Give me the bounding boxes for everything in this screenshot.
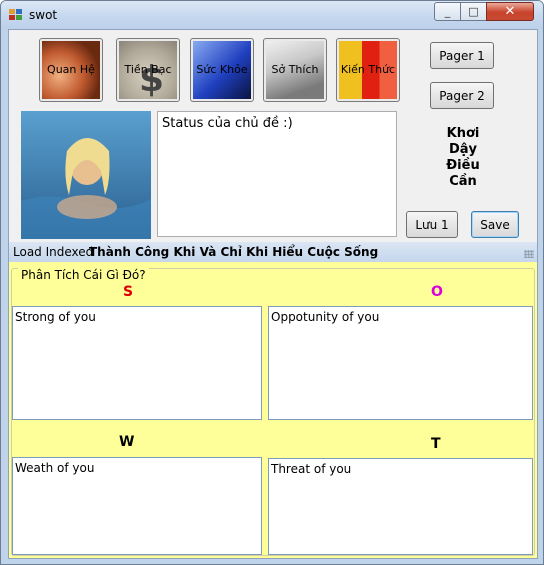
weakness-textbox[interactable]: Weath of you xyxy=(12,457,262,555)
opportunity-textbox[interactable]: Oppotunity of you xyxy=(268,306,533,420)
status-textbox[interactable]: Status của chủ đề :) xyxy=(157,111,397,237)
client-area: Quan Hệ $ Tiền Bạc Sức Khỏe Sở Thích Kiế… xyxy=(8,29,538,559)
motto-text: Khơi Dậy Điều Cần xyxy=(433,126,493,190)
luu1-button[interactable]: Lưu 1 xyxy=(406,211,458,238)
w-label: W xyxy=(119,434,135,450)
motto-line: Dậy xyxy=(448,142,478,157)
topic-photo xyxy=(21,111,151,239)
app-icon xyxy=(9,9,23,21)
motto-line: Điều xyxy=(446,158,480,173)
category-button-kien-thuc[interactable]: Kiến Thức xyxy=(336,38,400,102)
close-button[interactable]: ✕ xyxy=(486,2,534,21)
o-label: O xyxy=(431,284,443,300)
maximize-button[interactable]: □ xyxy=(460,2,487,21)
load-value: Thành Công Khi Và Chỉ Khi Hiểu Cuộc Sống xyxy=(89,245,379,259)
motto-line: Cần xyxy=(449,174,477,189)
swimming-photo-icon xyxy=(21,111,151,239)
minimize-button[interactable]: _ xyxy=(434,2,461,21)
strength-textbox[interactable]: Strong of you xyxy=(12,306,262,420)
threat-textbox[interactable]: Threat of you xyxy=(268,458,533,555)
category-label: Sở Thích xyxy=(271,63,319,76)
load-status-bar: Load Indexed Thành Công Khi Và Chỉ Khi H… xyxy=(9,242,537,262)
motto-line: Khơi xyxy=(446,126,480,141)
close-icon: ✕ xyxy=(504,4,516,19)
category-label: Quan Hệ xyxy=(47,63,95,76)
category-button-quan-he[interactable]: Quan Hệ xyxy=(39,38,103,102)
category-button-suc-khoe[interactable]: Sức Khỏe xyxy=(190,38,254,102)
minimize-icon: _ xyxy=(444,5,451,18)
category-label: Tiền Bạc xyxy=(124,63,172,76)
category-label: Sức Khỏe xyxy=(196,63,248,76)
load-label: Load Indexed xyxy=(13,245,94,259)
pager2-button[interactable]: Pager 2 xyxy=(430,82,494,109)
category-label: Kiến Thức xyxy=(340,63,396,76)
title-bar[interactable]: swot _ □ ✕ xyxy=(1,1,543,29)
group-title: Phân Tích Cái Gì Đó? xyxy=(18,268,149,282)
swot-window: swot _ □ ✕ Quan Hệ $ Tiền Bạc Sức Khỏe S… xyxy=(0,0,544,565)
window-title: swot xyxy=(29,8,58,22)
save-button[interactable]: Save xyxy=(471,211,519,238)
t-label: T xyxy=(431,436,441,452)
resize-grip-icon[interactable] xyxy=(524,250,534,258)
s-label: S xyxy=(123,284,134,300)
pager1-button[interactable]: Pager 1 xyxy=(430,42,494,69)
maximize-icon: □ xyxy=(468,5,479,18)
category-button-tien-bac[interactable]: $ Tiền Bạc xyxy=(116,38,180,102)
swot-panel: Phân Tích Cái Gì Đó? S O Strong of you O… xyxy=(9,262,537,558)
category-button-so-thich[interactable]: Sở Thích xyxy=(263,38,327,102)
